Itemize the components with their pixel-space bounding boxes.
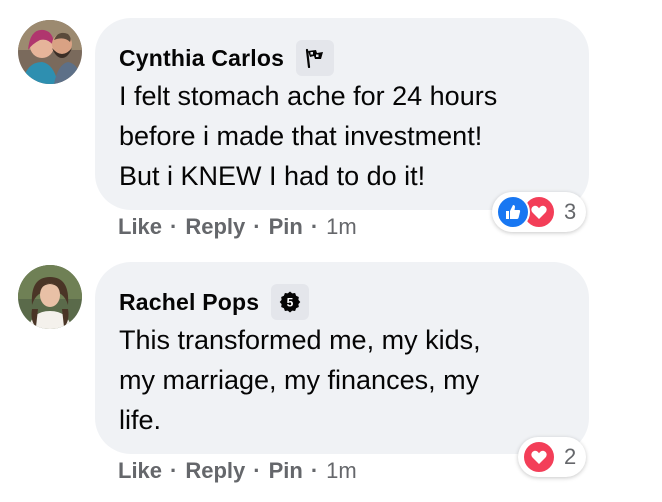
author-row: Cynthia Carlos bbox=[119, 40, 335, 76]
avatar[interactable] bbox=[18, 265, 82, 329]
comment-text: This transformed me, my kids, my marriag… bbox=[119, 325, 481, 435]
reaction-count: 2 bbox=[564, 444, 577, 469]
reply-button[interactable]: Reply bbox=[185, 214, 245, 240]
like-button[interactable]: Like bbox=[118, 214, 162, 240]
comment-actions: Like · Reply · Pin · 1m bbox=[118, 214, 357, 240]
five-badge-icon[interactable]: 5 bbox=[271, 284, 310, 320]
svg-text:5: 5 bbox=[287, 296, 294, 310]
author-row: Rachel Pops 5 bbox=[119, 284, 310, 320]
comment-actions: Like · Reply · Pin · 1m bbox=[118, 458, 357, 484]
reaction-count: 3 bbox=[564, 199, 577, 224]
separator: · bbox=[253, 214, 261, 239]
comment-text: I felt stomach ache for 24 hours before … bbox=[119, 81, 498, 191]
separator: · bbox=[170, 214, 178, 239]
reply-button[interactable]: Reply bbox=[185, 458, 245, 484]
like-reaction-icon bbox=[496, 195, 530, 229]
pin-button[interactable]: Pin bbox=[269, 458, 303, 484]
avatar[interactable] bbox=[18, 20, 82, 84]
comments-section: Cynthia Carlos I felt stomach ache for 2… bbox=[0, 0, 662, 502]
separator: · bbox=[170, 458, 178, 483]
reactions-summary[interactable]: 2 bbox=[518, 437, 587, 477]
comment-bubble: Cynthia Carlos I felt stomach ache for 2… bbox=[95, 18, 589, 210]
reactions-summary[interactable]: 3 bbox=[492, 192, 587, 232]
like-button[interactable]: Like bbox=[118, 458, 162, 484]
comment-bubble: Rachel Pops 5 This transformed me, my ki… bbox=[95, 262, 589, 454]
timestamp[interactable]: 1m bbox=[326, 458, 357, 484]
separator: · bbox=[253, 458, 261, 483]
separator: · bbox=[310, 214, 319, 239]
author-name[interactable]: Cynthia Carlos bbox=[119, 45, 284, 72]
author-name[interactable]: Rachel Pops bbox=[119, 289, 259, 316]
pin-button[interactable]: Pin bbox=[269, 214, 303, 240]
flag-icon[interactable] bbox=[296, 40, 335, 76]
separator: · bbox=[310, 458, 319, 483]
timestamp[interactable]: 1m bbox=[326, 214, 357, 240]
love-reaction-icon bbox=[522, 440, 556, 474]
